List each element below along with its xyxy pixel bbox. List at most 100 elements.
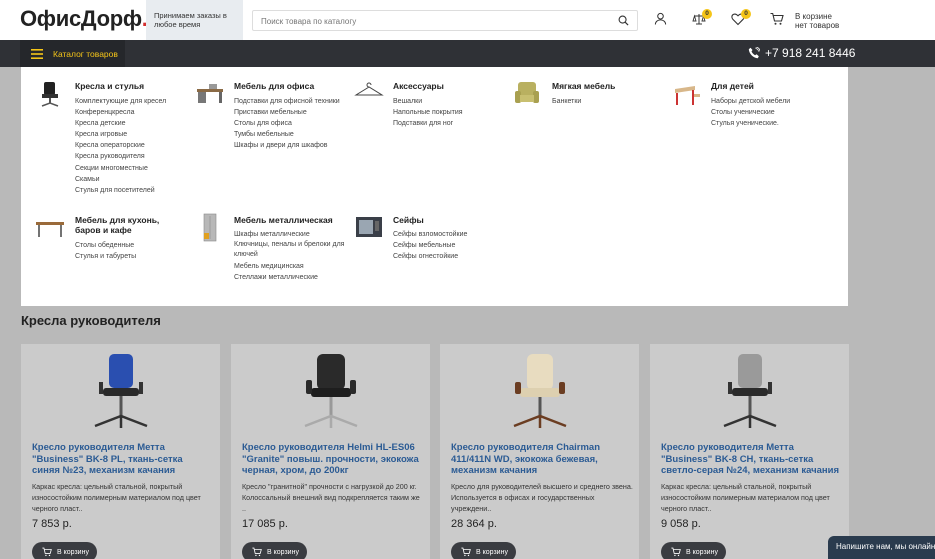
menu-link[interactable]: Кресла игровые [75, 129, 166, 140]
compare-count-badge: 0 [702, 9, 712, 19]
menu-link[interactable]: Банкетки [552, 96, 581, 107]
phone-number[interactable]: +7 918 241 8446 [748, 46, 855, 60]
product-image[interactable] [81, 352, 161, 434]
safe-icon [356, 217, 382, 237]
product-card[interactable]: Кресло руководителя Метта "Business" BK-… [650, 344, 849, 559]
menu-link[interactable]: Наборы детской мебели [711, 96, 790, 107]
top-bar: ОфисДорф. Принимаем заказы в любое время… [0, 0, 935, 40]
menu-link[interactable]: Кресла руководителя [75, 151, 166, 162]
menu-link[interactable]: Подставки для офисной техники [234, 96, 340, 107]
menu-link[interactable]: Столы ученические [711, 107, 790, 118]
menu-link[interactable]: Кресла операторские [75, 140, 166, 151]
product-card[interactable]: Кресло руководителя Helmi HL-ES06 "Grani… [231, 344, 430, 559]
menu-link[interactable]: Напольные покрытия [393, 107, 463, 118]
favorites-button[interactable]: 0 [731, 9, 751, 26]
chat-widget-button[interactable]: Напишите нам, мы онлайн! [828, 536, 935, 559]
cart-summary[interactable]: В корзине нет товаров [795, 12, 839, 30]
cart-icon[interactable] [770, 12, 784, 26]
menu-link[interactable]: Стулья ученические. [711, 118, 790, 129]
phone-icon [748, 47, 760, 59]
kids-desk-icon [675, 86, 700, 105]
menu-link[interactable]: Комплектующие для кресел [75, 96, 166, 107]
menu-link[interactable]: Сейфы огнестойкие [393, 251, 467, 262]
product-card[interactable]: Кресло руководителя Метта "Business" BK-… [21, 344, 220, 559]
compare-button[interactable]: 0 [692, 9, 712, 26]
product-card[interactable]: Кресло руководителя Chairman 411/411N WD… [440, 344, 639, 559]
menu-links-office-furniture: Подставки для офисной техники Приставки … [234, 96, 340, 151]
menu-link[interactable]: Тумбы мебельные [234, 129, 340, 140]
menu-title-metal-furniture[interactable]: Мебель металлическая [234, 215, 333, 225]
favorites-count-badge: 0 [741, 9, 751, 19]
menu-link[interactable]: Шкафы и двери для шкафов [234, 140, 340, 151]
menu-link[interactable]: Кресла детские [75, 118, 166, 129]
product-image[interactable] [500, 352, 580, 434]
table-icon [36, 222, 64, 237]
user-icon[interactable] [654, 12, 667, 25]
menu-links-kids: Наборы детской мебели Столы ученические … [711, 96, 790, 129]
search-icon[interactable] [618, 15, 629, 26]
product-price: 17 085 р. [242, 518, 288, 530]
menu-title-office-furniture[interactable]: Мебель для офиса [234, 81, 314, 91]
menu-link[interactable]: Конференцкресла [75, 107, 166, 118]
catalog-label: Каталог товаров [53, 48, 118, 59]
cart-icon [252, 547, 262, 557]
menu-title-accessories[interactable]: Аксессуары [393, 81, 444, 91]
menu-title-kitchen[interactable]: Мебель для кухонь, баров и кафе [75, 215, 185, 235]
menu-link[interactable]: Подставки для ног [393, 118, 463, 129]
menu-link[interactable]: Скамьи [75, 174, 166, 185]
product-image[interactable] [291, 352, 371, 434]
menu-title-soft-furniture[interactable]: Мягкая мебель [552, 81, 615, 91]
armchair-icon [515, 82, 539, 103]
catalog-button[interactable]: Каталог товаров [20, 40, 125, 67]
office-chair-icon [41, 82, 59, 107]
order-notice: Принимаем заказы в любое время [146, 0, 243, 40]
menu-links-soft-furniture: Банкетки [552, 96, 581, 107]
add-to-cart-button[interactable]: В корзину [242, 542, 307, 559]
menu-link[interactable]: Шкафы металлические [234, 229, 354, 240]
search-input[interactable] [253, 12, 613, 31]
menu-links-kitchen: Столы обеденные Стулья и табуреты [75, 240, 136, 262]
add-to-cart-button[interactable]: В корзину [661, 542, 726, 559]
menu-link[interactable]: Столы обеденные [75, 240, 136, 251]
product-title[interactable]: Кресло руководителя Chairman 411/411N WD… [451, 442, 631, 477]
catalog-mega-menu: Кресла и стулья Комплектующие для кресел… [21, 67, 848, 306]
product-title[interactable]: Кресло руководителя Helmi HL-ES06 "Grani… [242, 442, 422, 477]
menu-links-chairs: Комплектующие для кресел Конференцкресла… [75, 96, 166, 196]
menu-link[interactable]: Приставки мебельные [234, 107, 340, 118]
menu-title-kids[interactable]: Для детей [711, 81, 754, 91]
menu-link[interactable]: Стулья для посетителей [75, 185, 166, 196]
menu-link[interactable]: Ключницы, пеналы и брелоки для ключей [234, 240, 354, 260]
cart-icon [671, 547, 681, 557]
product-description: Каркас кресла: цельный стальной, покрыты… [661, 482, 830, 513]
menu-link[interactable]: Секции многоместные [75, 163, 166, 174]
product-description: Каркас кресла: цельный стальной, покрыты… [32, 482, 201, 513]
menu-link[interactable]: Сейфы мебельные [393, 240, 467, 251]
product-title[interactable]: Кресло руководителя Метта "Business" BK-… [661, 442, 841, 477]
product-title[interactable]: Кресло руководителя Метта "Business" BK-… [32, 442, 212, 477]
product-description: Кресло для руководителей высшего и средн… [451, 482, 633, 513]
menu-link[interactable]: Столы для офиса [234, 118, 340, 129]
product-price: 9 058 р. [661, 518, 701, 530]
product-image[interactable] [710, 352, 790, 434]
cart-icon [42, 547, 52, 557]
menu-links-metal-furniture: Шкафы металлические Ключницы, пеналы и б… [234, 229, 354, 283]
menu-links-safes: Сейфы взломостойкие Сейфы мебельные Сейф… [393, 229, 467, 262]
site-logo[interactable]: ОфисДорф. [20, 6, 148, 32]
office-desk-icon [197, 84, 223, 103]
search-box [252, 10, 638, 31]
add-to-cart-button[interactable]: В корзину [451, 542, 516, 559]
metal-cabinet-icon [203, 213, 217, 242]
cart-icon [461, 547, 471, 557]
menu-link[interactable]: Вешалки [393, 96, 463, 107]
product-description: Кресло "гранитной" прочности с нагрузкой… [242, 482, 420, 513]
menu-link[interactable]: Сейфы взломостойкие [393, 229, 467, 240]
menu-icon [31, 48, 43, 59]
menu-link[interactable]: Стеллажи металлические [234, 272, 354, 283]
menu-link[interactable]: Стулья и табуреты [75, 251, 136, 262]
section-title: Кресла руководителя [21, 313, 161, 328]
add-to-cart-button[interactable]: В корзину [32, 542, 97, 559]
menu-title-safes[interactable]: Сейфы [393, 215, 424, 225]
menu-title-chairs[interactable]: Кресла и стулья [75, 81, 144, 91]
menu-link[interactable]: Мебель медицинская [234, 261, 354, 272]
menu-links-accessories: Вешалки Напольные покрытия Подставки для… [393, 96, 463, 129]
